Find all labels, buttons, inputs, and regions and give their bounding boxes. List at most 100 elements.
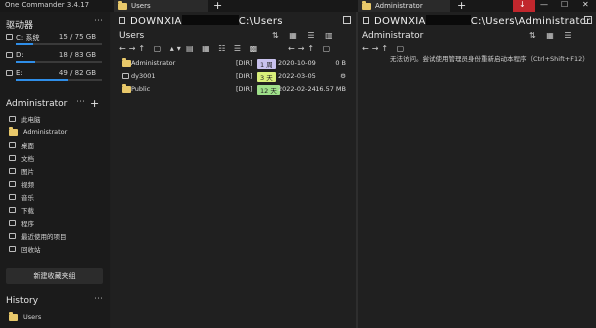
sidebar-item-label: 最近使用的项目 [21, 233, 67, 241]
drive-usage: 15 / 75 GB [58, 33, 96, 41]
new-tab-plus-icon[interactable]: + [457, 0, 466, 11]
history-title: History [6, 296, 39, 306]
sidebar-item-label: Administrator [23, 128, 68, 136]
drive-label: E: [16, 69, 23, 77]
folder-icon [122, 58, 131, 67]
pane-layout-icon[interactable] [584, 16, 592, 24]
history-item-label: Users [23, 313, 42, 321]
sidebar-item[interactable]: 下载 [9, 204, 34, 216]
more-icon[interactable]: ⋯ [76, 97, 85, 107]
sidebar-item[interactable]: 视频 [9, 178, 34, 190]
file-name: Administrator [131, 59, 176, 67]
picture-icon [9, 168, 16, 174]
user-icon [122, 73, 129, 79]
pane-layout-icon[interactable] [343, 16, 351, 24]
file-size: ⚙ [340, 72, 346, 80]
pane-icon [363, 17, 369, 24]
table-row[interactable]: Administrator [DIR] 1 周 2020-10-09 0 B [111, 57, 356, 70]
more-icon[interactable]: ⋯ [94, 294, 103, 304]
path-prefix: DOWNXIA [374, 16, 426, 27]
file-date: 2022-03-05 [278, 72, 316, 80]
maximize-button[interactable]: ☐ [561, 0, 568, 9]
sidebar-item[interactable]: 文档 [9, 152, 34, 164]
pane-icon [119, 17, 125, 24]
favorites-title: Administrator [6, 99, 68, 109]
folder-icon [362, 0, 371, 10]
folder-title: Administrator [362, 31, 424, 41]
access-denied-message: 无法访问。尝试使用管理员身份重新启动本程序（Ctrl+Shift+F12） [390, 55, 589, 63]
sidebar-item-label: 程序 [21, 220, 34, 228]
sidebar-item-label: 回收站 [21, 246, 41, 254]
add-favorite-plus-icon[interactable]: + [90, 98, 99, 109]
file-name: dy3001 [131, 72, 156, 80]
sidebar-item-label: 文档 [21, 155, 34, 163]
sidebar-item-label: 桌面 [21, 142, 34, 150]
folder-icon [9, 126, 18, 136]
sidebar-item-label: 视频 [21, 181, 34, 189]
close-button[interactable]: ✕ [582, 0, 589, 9]
drive-usage: 49 / 82 GB [58, 69, 96, 77]
tab-label: Users [131, 2, 151, 10]
recycle-bin-icon [9, 246, 16, 252]
more-icon[interactable]: ⋯ [94, 16, 103, 26]
sidebar-item[interactable]: 最近使用的项目 [9, 230, 67, 242]
file-date: 2022-02-24 [278, 85, 316, 93]
drives-title: 驱动器 [6, 21, 34, 31]
new-favorite-group-button[interactable]: 新建收藏夹组 [6, 268, 103, 284]
path-bar[interactable]: DOWNXIA C:\Users [130, 15, 283, 27]
drive-e[interactable]: E: 49 / 82 GB [6, 69, 102, 83]
minimize-button[interactable]: — [540, 0, 548, 9]
path-prefix: DOWNXIA [130, 16, 182, 27]
sidebar-item-label: 图片 [21, 168, 34, 176]
file-type: [DIR] [236, 85, 253, 93]
new-tab-plus-icon[interactable]: + [213, 0, 222, 11]
video-icon [9, 181, 16, 187]
sidebar-item[interactable]: 音乐 [9, 191, 34, 203]
table-row[interactable]: Public [DIR] 12 天 2022-02-24 16.57 MB [111, 83, 356, 96]
sidebar-item[interactable]: 图片 [9, 165, 34, 177]
tab-users[interactable]: Users [114, 0, 208, 12]
nav-toolbar[interactable]: ←→↑ ▢ ▴▾ [119, 44, 184, 53]
history-item[interactable]: Users [9, 311, 41, 323]
path-suffix: C:\Users [238, 16, 283, 27]
sidebar-item-label: 音乐 [21, 194, 34, 202]
sidebar-item[interactable]: 程序 [9, 217, 34, 229]
folder-icon [122, 84, 131, 93]
view-mode-toolbar[interactable]: ▤ ▦ ☷ ☰ ▩ [186, 44, 260, 53]
nav-toolbar[interactable]: ←→↑ ▢ [362, 44, 407, 53]
file-date: 2020-10-09 [278, 59, 316, 67]
path-bar[interactable]: DOWNXIA C:\Users\Administrator [374, 15, 591, 27]
drive-usage-fill [16, 43, 34, 45]
title-bar [0, 0, 596, 12]
view-toolbar[interactable]: ⇅ ▦ ☰ [529, 31, 576, 40]
drive-d[interactable]: D: 18 / 83 GB [6, 51, 102, 65]
file-type: [DIR] [236, 72, 253, 80]
tab-administrator[interactable]: Administrator [358, 0, 450, 12]
drive-icon [6, 34, 13, 40]
desktop-icon [9, 142, 16, 148]
drive-label: D: [16, 51, 24, 59]
sidebar-item[interactable]: 此电脑 [9, 113, 41, 125]
sidebar-item[interactable]: 回收站 [9, 243, 41, 255]
document-icon [9, 155, 16, 161]
file-age: 12 天 [257, 85, 280, 95]
redacted-block [425, 15, 471, 25]
drive-usage-bar [16, 43, 102, 45]
table-row[interactable]: dy3001 [DIR] 3 天 2022-03-05 ⚙ [111, 70, 356, 83]
drive-usage-bar [16, 79, 102, 81]
app-title: One Commander 3.4.17 [5, 1, 90, 9]
file-age: 1 周 [257, 59, 276, 69]
history-nav[interactable]: ←→↑ ▢ [288, 44, 333, 53]
view-toolbar[interactable]: ⇅ ▦ ☰ ▥ [272, 31, 337, 40]
file-size: 16.57 MB [315, 85, 346, 93]
drive-c[interactable]: C: 系统 15 / 75 GB [6, 33, 102, 47]
path-suffix: C:\Users\Administrator [470, 16, 591, 27]
computer-icon [9, 116, 16, 122]
drive-icon [6, 52, 13, 58]
sidebar-item-label: 下载 [21, 207, 34, 215]
sidebar-item[interactable]: 桌面 [9, 139, 34, 151]
file-name: Public [131, 85, 151, 93]
sidebar-item[interactable]: Administrator [9, 126, 67, 138]
drive-icon [6, 70, 13, 76]
folder-title: Users [119, 31, 145, 41]
